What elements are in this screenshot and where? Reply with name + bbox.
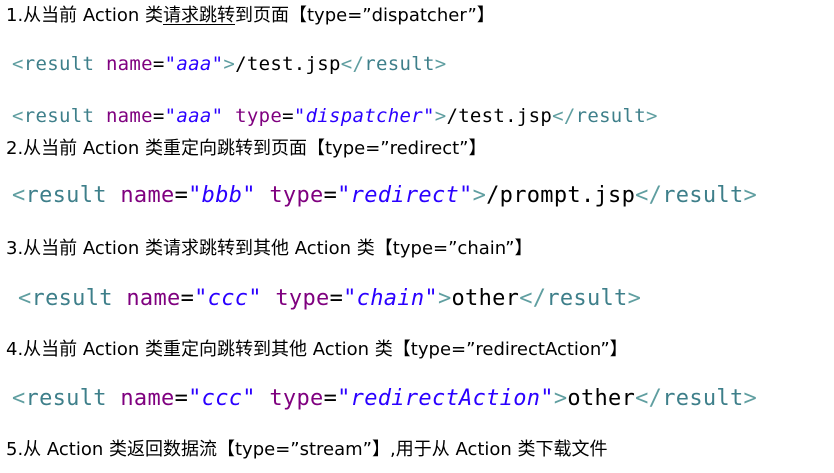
section-2-heading-text: 2.从当前 Action 类重定向跳转到页面【type=”redirect”】 [6, 138, 487, 159]
code-attr-name: name [120, 183, 175, 208]
section-2-heading: 2.从当前 Action 类重定向跳转到页面【type=”redirect”】 [6, 140, 486, 158]
section-1-heading-underlined: 请求跳转 [163, 5, 235, 26]
code-text: /prompt.jsp [486, 183, 636, 208]
code-tag: result [25, 183, 107, 208]
code-close-tag: result [662, 386, 744, 411]
code-attr-value: "ccc" [194, 286, 262, 311]
section-4-heading-text: 4.从当前 Action 类重定向跳转到其他 Action 类【type=”re… [6, 339, 628, 360]
section-5-heading-text: 5.从 Action 类返回数据流【type=”stream”】,用于从 Act… [6, 439, 608, 460]
code-attr-value: "bbb" [188, 183, 256, 208]
code-attr-type: type [269, 183, 324, 208]
section-4-heading: 4.从当前 Action 类重定向跳转到其他 Action 类【type=”re… [6, 341, 628, 359]
code-tag: result [23, 105, 95, 127]
code-attr-type-value: "chain" [343, 286, 438, 311]
code-close-tag: result [364, 53, 435, 75]
section-1-heading-suffix: 到页面【type=”dispatcher”】 [235, 5, 495, 26]
code-line-4: <result name="ccc" type="chain">other</r… [18, 286, 642, 311]
section-3-heading-text: 3.从当前 Action 类请求跳转到其他 Action 类【type=”cha… [6, 238, 533, 259]
code-text: /test.jsp [235, 53, 341, 75]
code-tag: result [25, 386, 107, 411]
code-line-5: <result name="ccc" type="redirectAction"… [12, 386, 758, 411]
code-tag: result [23, 53, 95, 75]
code-attr-type-value: "redirect" [337, 183, 473, 208]
code-line-3: <result name="bbb" type="redirect">/prom… [12, 183, 758, 208]
code-attr-type: type [275, 286, 330, 311]
code-attr-name: name [120, 386, 175, 411]
section-5-heading: 5.从 Action 类返回数据流【type=”stream”】,用于从 Act… [6, 441, 608, 459]
section-1-heading: 1.从当前 Action 类请求跳转到页面【type=”dispatcher”】 [6, 7, 495, 25]
code-attr-name: name [105, 105, 153, 127]
code-attr-value: "aaa" [164, 105, 224, 127]
code-close-tag: result [575, 105, 647, 127]
code-close-tag: result [662, 183, 744, 208]
code-text: other [567, 386, 636, 411]
code-attr-value: "ccc" [188, 386, 256, 411]
code-attr-name: name [126, 286, 181, 311]
code-text: other [451, 286, 520, 311]
code-close-tag: result [546, 286, 628, 311]
code-text: /test.jsp [446, 105, 553, 127]
section-3-heading: 3.从当前 Action 类请求跳转到其他 Action 类【type=”cha… [6, 240, 533, 258]
code-line-1: <result name="aaa">/test.jsp</result> [12, 53, 447, 75]
code-attr-value: "aaa" [164, 53, 224, 75]
section-1-heading-prefix: 1.从当前 Action 类 [6, 5, 163, 26]
code-attr-name: name [105, 53, 153, 75]
code-line-2: <result name="aaa" type="dispatcher">/te… [12, 105, 658, 127]
code-tag: result [31, 286, 113, 311]
clipped-next-line [86, 466, 108, 473]
code-attr-type: type [269, 386, 324, 411]
code-attr-type-value: "dispatcher" [293, 105, 435, 127]
code-attr-type: type [235, 105, 283, 127]
code-attr-type-value: "redirectAction" [337, 386, 554, 411]
